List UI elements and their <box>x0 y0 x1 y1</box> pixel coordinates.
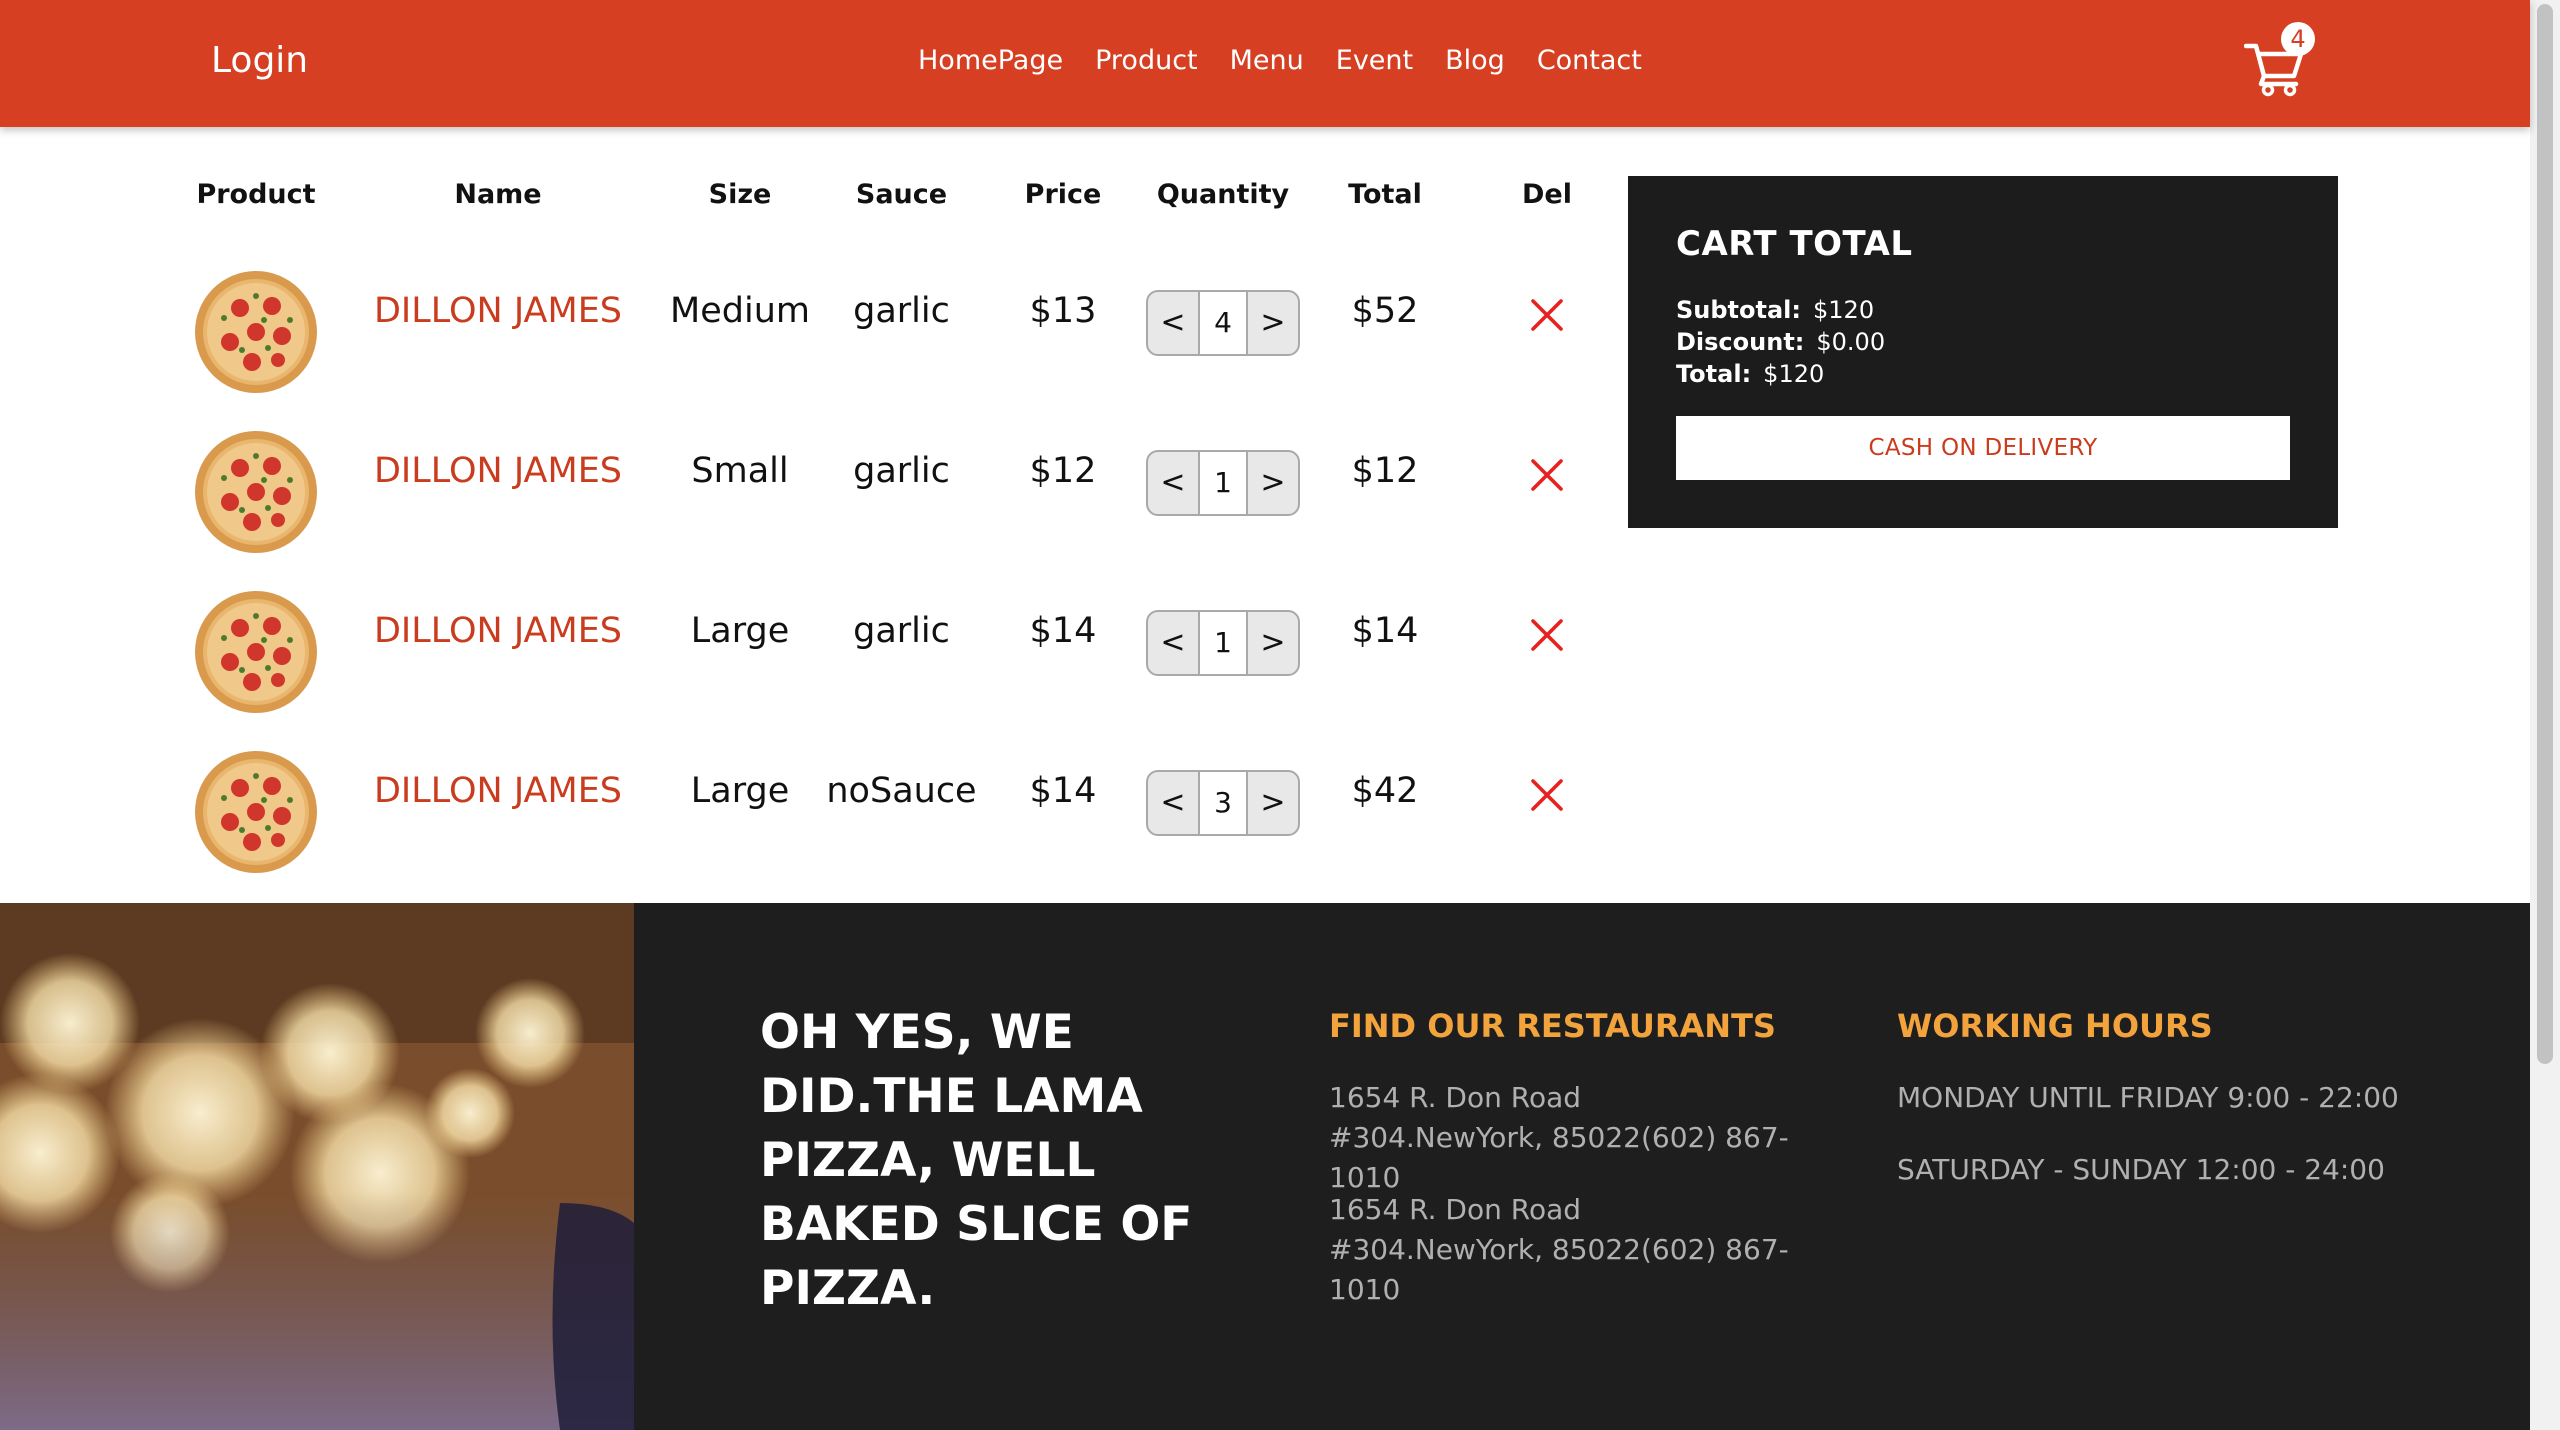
subtotal-line: Subtotal: $120 <box>1676 294 1874 326</box>
increment-button[interactable]: > <box>1248 292 1298 354</box>
product-sauce: garlic <box>853 451 950 491</box>
product-name: DILLON JAMES <box>373 291 623 331</box>
nav-link-event[interactable]: Event <box>1336 40 1413 82</box>
delete-x-icon[interactable] <box>1529 777 1565 813</box>
nav-link-homepage[interactable]: HomePage <box>918 40 1063 82</box>
product-name: DILLON JAMES <box>373 451 623 491</box>
product-sauce: garlic <box>853 291 950 331</box>
total-line: Total: $120 <box>1676 358 1824 390</box>
nav-link-menu[interactable]: Menu <box>1230 40 1304 82</box>
row-total: $42 <box>1351 771 1419 811</box>
cash-on-delivery-button[interactable]: CASH ON DELIVERY <box>1676 416 2290 480</box>
delete-x-icon[interactable] <box>1529 457 1565 493</box>
header-total: Total <box>1348 179 1422 210</box>
row-total: $52 <box>1351 291 1419 331</box>
scrollbar-thumb[interactable] <box>2537 4 2553 1064</box>
product-name: DILLON JAMES <box>373 611 623 651</box>
product-price: $14 <box>1029 611 1097 651</box>
cart-button[interactable]: 4 <box>2244 22 2315 97</box>
restaurant-address: 1654 R. Don Road #304.NewYork, 85022(602… <box>1329 1193 1789 1306</box>
quantity-value[interactable]: 3 <box>1198 772 1248 834</box>
discount-line: Discount: $0.00 <box>1676 326 1885 358</box>
header-del: Del <box>1522 179 1572 210</box>
cart-total-panel: CART TOTAL Subtotal: $120 Discount: $0.00 … <box>1628 176 2338 528</box>
discount-label: Discount: <box>1676 328 1805 356</box>
table-row: DILLON JAMES Medium garlic $13 < 4 > $52 <box>0 241 1600 393</box>
product-size: Small <box>691 451 789 491</box>
increment-button[interactable]: > <box>1248 452 1298 514</box>
product-size: Medium <box>670 291 810 331</box>
table-row: DILLON JAMES Large garlic $14 < 1 > $14 <box>0 561 1600 713</box>
nav-links: HomePage Product Menu Event Blog Contact <box>918 40 1642 82</box>
login-link[interactable]: Login <box>211 38 308 84</box>
footer-slogan: OH YES, WE DID.THE LAMA PIZZA, WELL BAKE… <box>760 1005 1193 1316</box>
table-row: DILLON JAMES Small garlic $12 < 1 > $12 <box>0 401 1600 553</box>
decrement-button[interactable]: < <box>1148 612 1198 674</box>
decrement-button[interactable]: < <box>1148 452 1198 514</box>
quantity-stepper: < 3 > <box>1146 770 1300 836</box>
header-name: Name <box>454 179 542 210</box>
row-total: $12 <box>1351 451 1419 491</box>
product-name: DILLON JAMES <box>373 771 623 811</box>
header-quantity: Quantity <box>1156 179 1290 210</box>
decrement-button[interactable]: < <box>1148 292 1198 354</box>
product-sauce: garlic <box>853 611 950 651</box>
navbar: Login HomePage Product Menu Event Blog C… <box>0 0 2530 127</box>
hours-weekend: SATURDAY - SUNDAY 12:00 - 24:00 <box>1897 1153 2385 1186</box>
product-size: Large <box>690 771 790 811</box>
product-price: $12 <box>1029 451 1097 491</box>
increment-button[interactable]: > <box>1248 772 1298 834</box>
nav-link-product[interactable]: Product <box>1095 40 1198 82</box>
header-product: Product <box>196 179 316 210</box>
footer: OH YES, WE DID.THE LAMA PIZZA, WELL BAKE… <box>0 903 2530 1430</box>
total-label: Total: <box>1676 360 1752 388</box>
quantity-value[interactable]: 1 <box>1198 452 1248 514</box>
restaurants-title: FIND OUR RESTAURANTS <box>1329 1007 1776 1045</box>
product-price: $13 <box>1029 291 1097 331</box>
pizza-image <box>195 431 317 553</box>
subtotal-label: Subtotal: <box>1676 296 1802 324</box>
quantity-value[interactable]: 1 <box>1198 612 1248 674</box>
subtotal-value: $120 <box>1813 296 1875 324</box>
pizza-image <box>195 591 317 713</box>
quantity-stepper: < 1 > <box>1146 450 1300 516</box>
header-sauce: Sauce <box>855 179 948 210</box>
restaurant-address: 1654 R. Don Road #304.NewYork, 85022(602… <box>1329 1081 1789 1194</box>
discount-value: $0.00 <box>1816 328 1886 356</box>
delete-x-icon[interactable] <box>1529 617 1565 653</box>
total-value: $120 <box>1763 360 1825 388</box>
footer-bokeh-image <box>0 903 634 1430</box>
increment-button[interactable]: > <box>1248 612 1298 674</box>
working-hours-title: WORKING HOURS <box>1897 1007 2213 1045</box>
nav-link-blog[interactable]: Blog <box>1445 40 1505 82</box>
hours-weekday: MONDAY UNTIL FRIDAY 9:00 - 22:00 <box>1897 1081 2399 1114</box>
header-size: Size <box>708 179 772 210</box>
product-price: $14 <box>1029 771 1097 811</box>
decrement-button[interactable]: < <box>1148 772 1198 834</box>
quantity-stepper: < 4 > <box>1146 290 1300 356</box>
pizza-image <box>195 751 317 873</box>
pizza-image <box>195 271 317 393</box>
nav-link-contact[interactable]: Contact <box>1537 40 1642 82</box>
table-row: DILLON JAMES Large noSauce $14 < 3 > $42 <box>0 721 1600 873</box>
header-price: Price <box>1024 179 1102 210</box>
product-sauce: noSauce <box>826 771 977 811</box>
delete-x-icon[interactable] <box>1529 297 1565 333</box>
quantity-stepper: < 1 > <box>1146 610 1300 676</box>
cart-count-badge: 4 <box>2281 22 2315 56</box>
cart-total-title: CART TOTAL <box>1676 224 1913 264</box>
product-size: Large <box>690 611 790 651</box>
row-total: $14 <box>1351 611 1419 651</box>
quantity-value[interactable]: 4 <box>1198 292 1248 354</box>
